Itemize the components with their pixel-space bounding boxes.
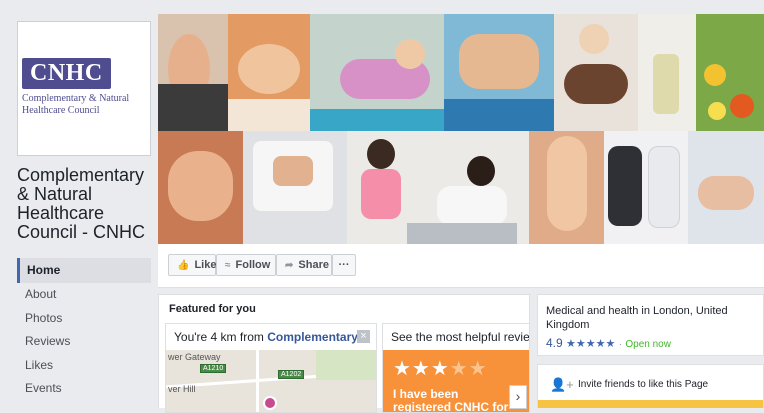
cover-photo[interactable] xyxy=(158,14,764,244)
cover-tile-vegetables xyxy=(696,14,764,131)
cover-tile-head-massage xyxy=(228,14,310,131)
cover-tile-oils xyxy=(638,14,696,131)
featured-title: Featured for you xyxy=(169,303,256,315)
map-label-gateway: wer Gateway xyxy=(168,352,221,362)
review-stars-empty: ★★ xyxy=(449,358,488,380)
invite-text[interactable]: Invite friends to like this Page xyxy=(578,379,708,390)
road-tag-a1210: A1210 xyxy=(200,364,227,373)
review-preview: ★★★★★ I have been registered CNHC for a … xyxy=(383,350,529,413)
open-status: Open now xyxy=(625,339,671,350)
more-button[interactable]: ··· xyxy=(332,254,356,276)
follow-label: Follow xyxy=(235,259,271,271)
cover-tile-stone-therapy xyxy=(554,14,638,131)
page-title[interactable]: Complementary & Natural Healthcare Counc… xyxy=(17,166,153,242)
close-icon[interactable]: × xyxy=(357,330,370,343)
page-action-bar: 👍 Like ≈ Follow ➦ Share ··· xyxy=(158,244,764,288)
rating-row[interactable]: 4.9 ★★★★★ · Open now xyxy=(546,336,671,350)
separator-dot: · xyxy=(618,339,623,350)
left-sidebar: CNHC Complementary & Natural Healthcare … xyxy=(0,0,158,408)
nav-item-events[interactable]: Events xyxy=(17,377,151,401)
share-button[interactable]: ➦ Share xyxy=(276,254,332,276)
distance-place[interactable]: Complementary... xyxy=(267,330,367,344)
cover-tile-back-massage xyxy=(444,14,554,131)
logo-line-1: Complementary & Natural xyxy=(22,93,130,104)
cover-tile-consultation xyxy=(243,131,347,244)
logo-line-2: Healthcare Council xyxy=(22,105,100,116)
like-button[interactable]: 👍 Like xyxy=(168,254,216,276)
share-label: Share xyxy=(298,259,329,271)
like-label: Like xyxy=(194,259,217,271)
distance-card[interactable]: You're 4 km from Complementary... × wer … xyxy=(165,323,377,413)
thumbs-up-icon: 👍 xyxy=(177,259,190,271)
review-snippet: I have been registered CNHC for a years … xyxy=(393,387,509,413)
cover-tile-facial xyxy=(688,131,764,244)
nav-item-about[interactable]: About xyxy=(17,283,151,307)
nav-item-reviews[interactable]: Reviews xyxy=(17,330,151,354)
cover-tile-reflexology xyxy=(529,131,604,244)
reviews-card[interactable]: See the most helpful reviews o ★★★★★ I h… xyxy=(382,323,530,413)
cover-tile-hand-massage xyxy=(158,131,243,244)
nav-item-photos[interactable]: Photos xyxy=(17,307,151,331)
map-label-hill: ver Hill xyxy=(168,384,196,394)
next-arrow-icon[interactable]: › xyxy=(509,385,527,409)
rating-value: 4.9 xyxy=(546,336,563,350)
cover-tile-relaxing-woman xyxy=(310,14,444,131)
rss-icon: ≈ xyxy=(225,259,231,271)
cover-tile-physio xyxy=(604,131,688,244)
featured-section: Featured for you You're 4 km from Comple… xyxy=(158,294,530,413)
share-arrow-icon: ➦ xyxy=(285,259,294,271)
review-stars-filled: ★★★ xyxy=(393,358,450,380)
page-nav: Home About Photos Reviews Likes Events xyxy=(17,258,151,401)
nav-item-home[interactable]: Home xyxy=(17,258,151,283)
cnhc-logo: CNHC Complementary & Natural Healthcare … xyxy=(22,58,147,117)
cover-tile-therapy-session xyxy=(347,131,529,244)
review-stars: ★★★★★ xyxy=(393,356,488,381)
cover-tile-ear-massage xyxy=(158,14,228,131)
profile-picture[interactable]: CNHC Complementary & Natural Healthcare … xyxy=(17,21,151,156)
page-info-card: Medical and health in London, United Kin… xyxy=(537,294,764,356)
nav-item-likes[interactable]: Likes xyxy=(17,354,151,378)
add-friend-icon: 👤+ xyxy=(550,377,574,392)
more-label: ··· xyxy=(338,259,350,271)
distance-heading: You're 4 km from Complementary... xyxy=(174,330,367,344)
logo-abbr: CNHC xyxy=(22,58,111,89)
follow-button[interactable]: ≈ Follow xyxy=(216,254,276,276)
reviews-heading: See the most helpful reviews o xyxy=(391,330,530,344)
invite-banner-strip xyxy=(538,400,763,408)
road-tag-a1202: A1202 xyxy=(278,370,305,379)
page-category[interactable]: Medical and health in London, United Kin… xyxy=(546,304,756,332)
invite-card[interactable]: 👤+ Invite friends to like this Page xyxy=(537,364,764,408)
map-preview[interactable]: wer Gateway ver Hill A1210 A1202 xyxy=(166,350,376,412)
rating-stars-icon: ★★★★★ xyxy=(566,338,616,350)
distance-text: You're 4 km from xyxy=(174,330,268,344)
